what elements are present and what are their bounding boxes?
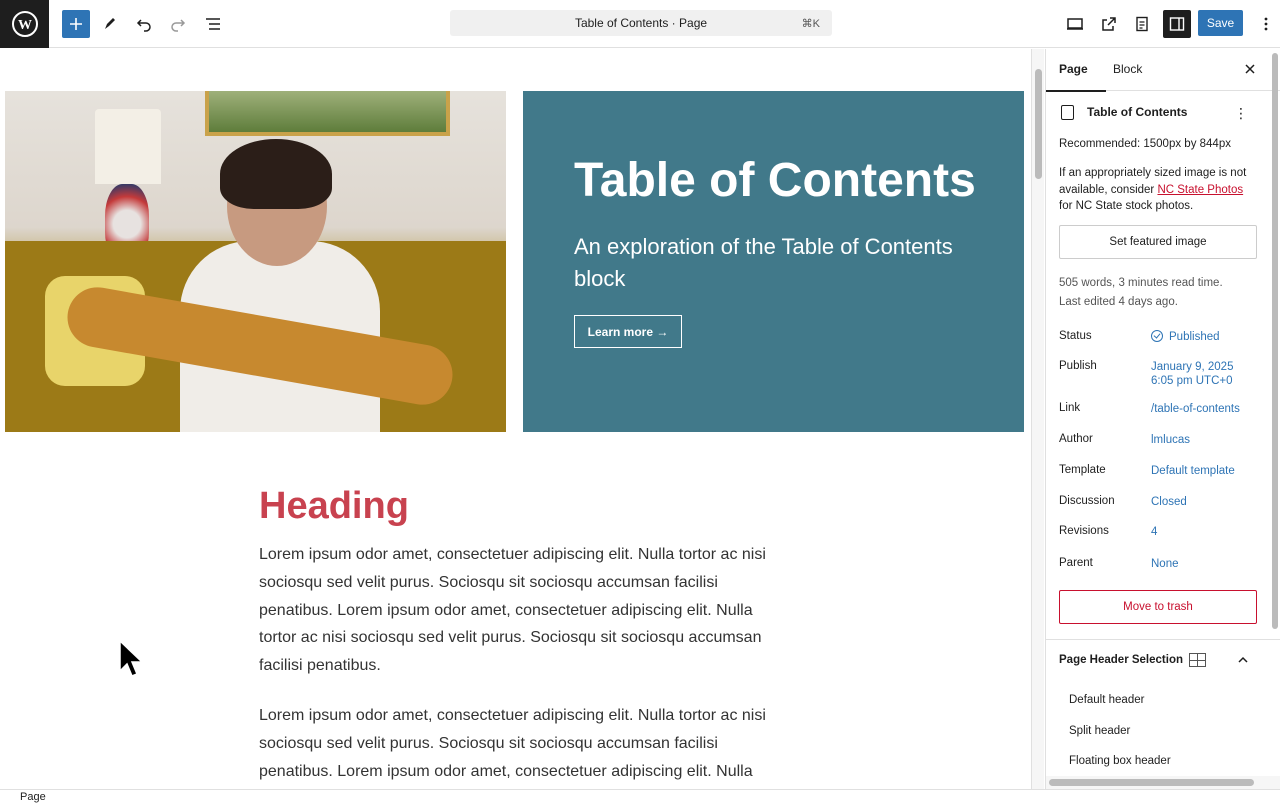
template-label: Template	[1059, 464, 1106, 476]
command-palette[interactable]: Table of Contents · Page ⌘K	[450, 10, 832, 36]
tab-block[interactable]: Block	[1113, 62, 1142, 76]
header-option-split[interactable]: Split header	[1069, 725, 1130, 737]
document-title: Table of Contents	[1087, 105, 1188, 119]
content-heading[interactable]: Heading	[259, 485, 409, 528]
pencil-icon	[105, 18, 115, 29]
command-text: Table of Contents · Page	[574, 16, 708, 30]
recommended-size: Recommended: 1500px by 844px	[1059, 138, 1231, 150]
template-value[interactable]: Default template	[1151, 464, 1235, 478]
sidebar-vertical-scrollbar-thumb[interactable]	[1272, 53, 1278, 629]
settings-sidebar: Page Block Table of Contents ⋮ Recommend…	[1045, 49, 1280, 789]
revisions-value[interactable]: 4	[1151, 525, 1157, 539]
canvas-scrollbar-thumb[interactable]	[1035, 69, 1042, 179]
page-settings-button[interactable]	[1128, 10, 1156, 38]
options-button[interactable]	[1252, 10, 1280, 38]
status-value[interactable]: Published	[1151, 330, 1220, 344]
header-option-floating-box[interactable]: Floating box header	[1069, 755, 1171, 767]
author-label: Author	[1059, 433, 1093, 445]
view-page-button[interactable]	[1095, 10, 1123, 38]
redo-icon	[171, 19, 186, 32]
status-label: Status	[1059, 330, 1092, 342]
wordpress-logo-icon[interactable]: W	[0, 0, 49, 48]
tab-page[interactable]: Page	[1046, 62, 1106, 92]
tools-button[interactable]	[96, 10, 124, 38]
move-to-trash-button[interactable]: Move to trash	[1059, 590, 1257, 624]
preview-button[interactable]	[1061, 10, 1089, 38]
publish-time: 6:05 pm UTC+0	[1151, 375, 1233, 387]
section-divider	[1046, 639, 1280, 640]
link-label: Link	[1059, 402, 1081, 414]
sidebar-vertical-scrollbar[interactable]	[1270, 49, 1280, 629]
page-actions-kebab-icon[interactable]: ⋮	[1234, 105, 1248, 122]
sidebar-tabs: Page Block	[1046, 49, 1280, 92]
header-option-default[interactable]: Default header	[1069, 694, 1144, 706]
nc-state-photos-link[interactable]: NC State Photos	[1157, 184, 1243, 196]
kebab-menu-icon	[1264, 17, 1268, 31]
sidebar-horizontal-scrollbar[interactable]	[1046, 776, 1280, 789]
hero-panel[interactable]: Table of Contents An exploration of the …	[523, 91, 1024, 432]
undo-icon	[136, 19, 151, 32]
svg-text:W: W	[18, 18, 32, 33]
featured-image-note: If an appropriately sized image is not a…	[1059, 165, 1259, 215]
hero-image[interactable]	[5, 91, 506, 432]
redo-button[interactable]	[164, 10, 192, 38]
breadcrumb-page[interactable]: Page	[20, 791, 46, 803]
document-icon	[1136, 16, 1148, 32]
author-value[interactable]: lmlucas	[1151, 433, 1190, 447]
page-icon	[1061, 105, 1074, 120]
sidebar-horizontal-scrollbar-thumb[interactable]	[1049, 779, 1254, 786]
publish-label: Publish	[1059, 360, 1097, 372]
document-overview-button[interactable]	[199, 10, 227, 38]
page-stats: 505 words, 3 minutes read time. Last edi…	[1059, 274, 1223, 312]
revisions-label: Revisions	[1059, 525, 1109, 537]
painting-shape	[205, 91, 450, 136]
breadcrumb-footer: Page	[0, 789, 1280, 804]
close-sidebar-button[interactable]	[1240, 59, 1260, 79]
learn-more-button[interactable]: Learn more →	[574, 315, 682, 348]
external-link-icon	[1102, 17, 1116, 31]
published-check-icon	[1151, 330, 1163, 342]
discussion-value[interactable]: Closed	[1151, 495, 1187, 509]
status-text: Published	[1169, 331, 1220, 343]
publish-value[interactable]: January 9, 2025 6:05 pm UTC+0	[1151, 360, 1233, 388]
last-edited: Last edited 4 days ago.	[1059, 296, 1178, 308]
hero-subtitle[interactable]: An exploration of the Table of Contents …	[574, 231, 974, 295]
top-toolbar: W Table of Contents · Page ⌘K Save	[0, 0, 1280, 48]
editor-canvas[interactable]: Table of Contents An exploration of the …	[0, 49, 1031, 789]
parent-value[interactable]: None	[1151, 557, 1179, 571]
close-icon	[1245, 64, 1255, 74]
undo-button[interactable]	[130, 10, 158, 38]
page-header-selection-title[interactable]: Page Header Selection	[1059, 653, 1206, 667]
word-count: 505 words, 3 minutes read time.	[1059, 277, 1223, 289]
mouse-cursor-icon	[119, 639, 144, 677]
publish-date: January 9, 2025	[1151, 361, 1234, 373]
set-featured-image-button[interactable]: Set featured image	[1059, 225, 1257, 259]
paragraph-1[interactable]: Lorem ipsum odor amet, consectetuer adip…	[259, 541, 779, 680]
plus-icon	[70, 18, 82, 30]
add-block-button[interactable]	[62, 10, 90, 38]
link-value[interactable]: /table-of-contents	[1151, 402, 1240, 416]
parent-label: Parent	[1059, 557, 1093, 569]
hero-title[interactable]: Table of Contents	[574, 153, 976, 208]
save-button[interactable]: Save	[1198, 10, 1243, 36]
note-text-post: for NC State stock photos.	[1059, 200, 1194, 212]
person-hair-shape	[220, 139, 332, 209]
lamp-shape	[95, 109, 161, 184]
desktop-icon	[1067, 18, 1083, 30]
list-view-icon	[206, 18, 220, 30]
settings-sidebar-toggle[interactable]	[1163, 10, 1191, 38]
sidebar-icon	[1169, 17, 1185, 31]
chevron-up-icon[interactable]	[1238, 653, 1248, 667]
layout-grid-icon	[1189, 653, 1206, 667]
canvas-scrollbar[interactable]	[1031, 49, 1044, 789]
command-shortcut: ⌘K	[801, 17, 820, 30]
page-header-selection-label: Page Header Selection	[1059, 654, 1183, 666]
paragraph-2[interactable]: Lorem ipsum odor amet, consectetuer adip…	[259, 702, 779, 789]
discussion-label: Discussion	[1059, 495, 1115, 507]
